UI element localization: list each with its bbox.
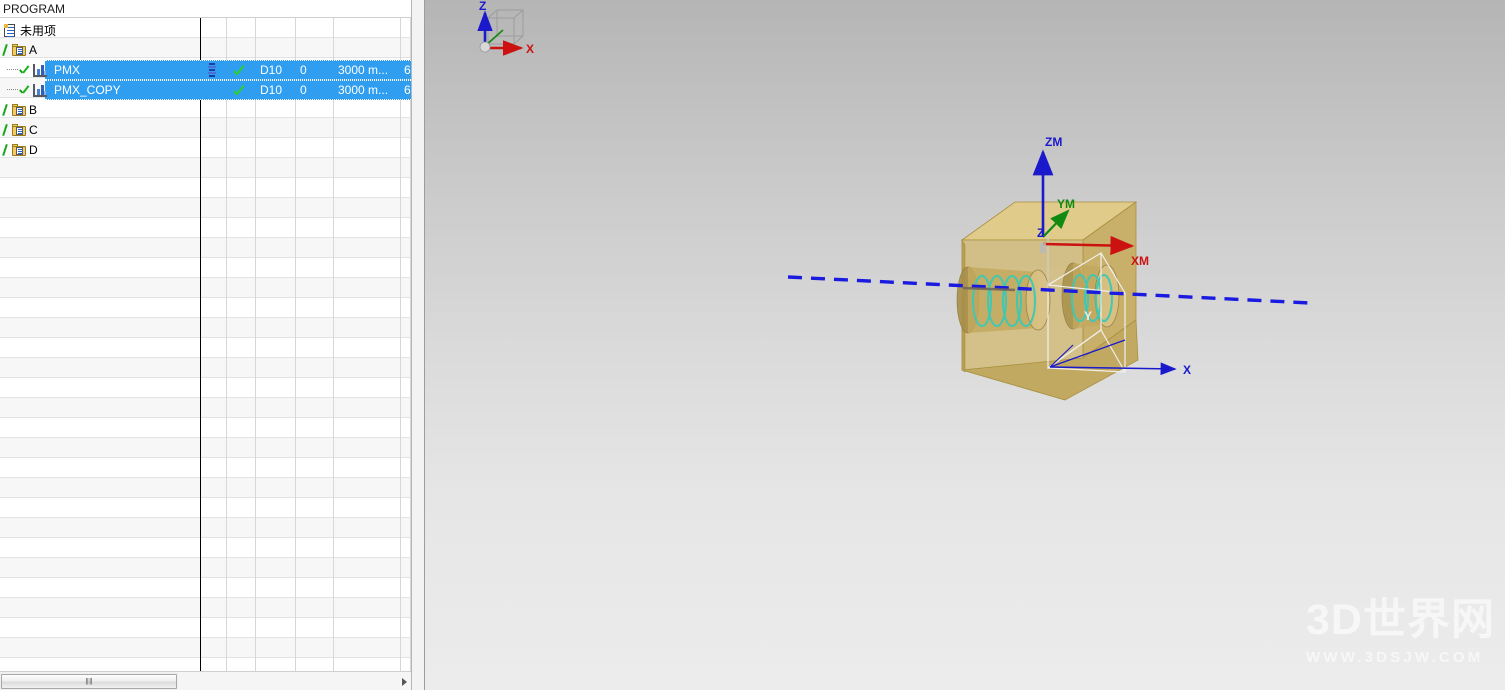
navigator-row-stripe bbox=[0, 418, 411, 438]
status-check-icon bbox=[232, 60, 248, 80]
cell-extra: 6 bbox=[404, 83, 411, 97]
operation-navigator-panel[interactable]: PROGRAM 未用项 A PMX D10 0 3000 m... 6 PMX_… bbox=[0, 0, 411, 690]
navigator-row-stripe bbox=[0, 218, 411, 238]
tree-row-label: PMX_COPY bbox=[54, 83, 121, 97]
navigator-row-stripe bbox=[0, 198, 411, 218]
folder-icon bbox=[12, 144, 26, 156]
tree-connector bbox=[5, 80, 19, 100]
navigator-row-stripe bbox=[0, 518, 411, 538]
navigator-row-stripe bbox=[0, 578, 411, 598]
tree-row-unused[interactable]: 未用项 bbox=[0, 20, 411, 40]
navigator-header: PROGRAM bbox=[0, 0, 411, 17]
cell-feed-rate: 3000 m... bbox=[338, 63, 389, 77]
graphics-viewport[interactable]: Y X ZM YM XM Z Z X 3D世界网 WWW.3DSJW.COM bbox=[425, 0, 1505, 690]
tree-row-label: B bbox=[29, 103, 38, 117]
axis-label-xm: XM bbox=[1131, 254, 1149, 268]
navigator-row-stripe bbox=[0, 458, 411, 478]
navigator-row-stripe bbox=[0, 638, 411, 658]
navigator-row-stripe bbox=[0, 558, 411, 578]
operation-complete-check-icon bbox=[19, 63, 32, 77]
nav-triad-z-label: Z bbox=[479, 0, 486, 13]
panel-splitter[interactable] bbox=[411, 0, 425, 690]
tree-row-group-b[interactable]: B bbox=[0, 100, 411, 120]
navigator-row-stripe bbox=[0, 618, 411, 638]
wcs-x-label: X bbox=[1183, 363, 1191, 377]
navigator-header-title: PROGRAM bbox=[3, 1, 66, 16]
folder-icon bbox=[12, 104, 26, 116]
navigator-row-stripe bbox=[0, 178, 411, 198]
navigator-row-stripe bbox=[0, 498, 411, 518]
navigation-triad: Z X bbox=[477, 0, 534, 56]
navigator-row-stripe bbox=[0, 358, 411, 378]
tree-row-pmx-copy[interactable]: PMX_COPY D10 0 3000 m... 6 bbox=[0, 80, 411, 100]
scrollbar-thumb[interactable]: ‖‖ bbox=[1, 674, 177, 689]
axis-label-zm: ZM bbox=[1045, 135, 1062, 149]
tree-row-label: D bbox=[29, 143, 38, 157]
navigator-row-stripe bbox=[0, 318, 411, 338]
tree-row-label: 未用项 bbox=[20, 23, 57, 38]
application-window: PROGRAM 未用项 A PMX D10 0 3000 m... 6 PMX_… bbox=[0, 0, 1505, 690]
navigator-row-stripe bbox=[0, 598, 411, 618]
cell-extra: 6 bbox=[404, 63, 411, 77]
navigator-row-stripe bbox=[0, 438, 411, 458]
check-slash-icon bbox=[1, 123, 11, 137]
operation-icon bbox=[33, 83, 47, 97]
scroll-right-arrow-icon[interactable] bbox=[402, 678, 407, 686]
navigator-row-stripe bbox=[0, 158, 411, 178]
cell-tool-name: D10 bbox=[260, 83, 283, 97]
navigator-row-stripe bbox=[0, 278, 411, 298]
navigator-row-stripe bbox=[0, 538, 411, 558]
axis-origin-label: Z bbox=[1037, 226, 1044, 240]
cell-depth: 0 bbox=[300, 63, 307, 77]
scrollbar-track[interactable] bbox=[178, 672, 411, 690]
navigator-row-stripe bbox=[0, 338, 411, 358]
cell-tool-name: D10 bbox=[260, 63, 283, 77]
operation-complete-check-icon bbox=[19, 83, 32, 97]
navigator-header-rule bbox=[0, 17, 411, 18]
blank-box-y-label: Y bbox=[1084, 309, 1092, 323]
tool-indicator-icon bbox=[208, 63, 216, 77]
folder-icon bbox=[12, 44, 26, 56]
cell-feed-rate: 3000 m... bbox=[338, 83, 389, 97]
check-slash-icon bbox=[1, 143, 11, 157]
status-check-icon bbox=[232, 80, 248, 100]
tree-row-label: C bbox=[29, 123, 38, 137]
navigator-row-stripe bbox=[0, 398, 411, 418]
tree-row-pmx[interactable]: PMX D10 0 3000 m... 6 bbox=[0, 60, 411, 80]
folder-icon bbox=[12, 124, 26, 136]
navigator-row-stripe bbox=[0, 298, 411, 318]
navigator-row-stripe bbox=[0, 258, 411, 278]
operation-icon bbox=[33, 63, 47, 77]
navigator-row-stripe bbox=[0, 238, 411, 258]
viewport-scene: Y X ZM YM XM Z Z X bbox=[477, 0, 1311, 401]
nav-triad-x-label: X bbox=[526, 42, 534, 56]
navigator-row-stripe bbox=[0, 478, 411, 498]
tree-row-label: A bbox=[29, 43, 38, 57]
tree-row-group-c[interactable]: C bbox=[0, 120, 411, 140]
program-group-icon bbox=[4, 23, 16, 37]
tree-row-group-d[interactable]: D bbox=[0, 140, 411, 160]
axis-label-ym: YM bbox=[1057, 197, 1075, 211]
navigator-horizontal-scrollbar[interactable]: ‖‖ bbox=[0, 671, 411, 690]
tree-row-group-a[interactable]: A bbox=[0, 40, 411, 60]
tree-row-label: PMX bbox=[54, 63, 81, 77]
cell-depth: 0 bbox=[300, 83, 307, 97]
check-slash-icon bbox=[1, 43, 11, 57]
tree-connector bbox=[5, 60, 19, 80]
scrollbar-grip: ‖‖ bbox=[85, 676, 93, 686]
check-slash-icon bbox=[1, 103, 11, 117]
navigator-row-stripe bbox=[0, 378, 411, 398]
